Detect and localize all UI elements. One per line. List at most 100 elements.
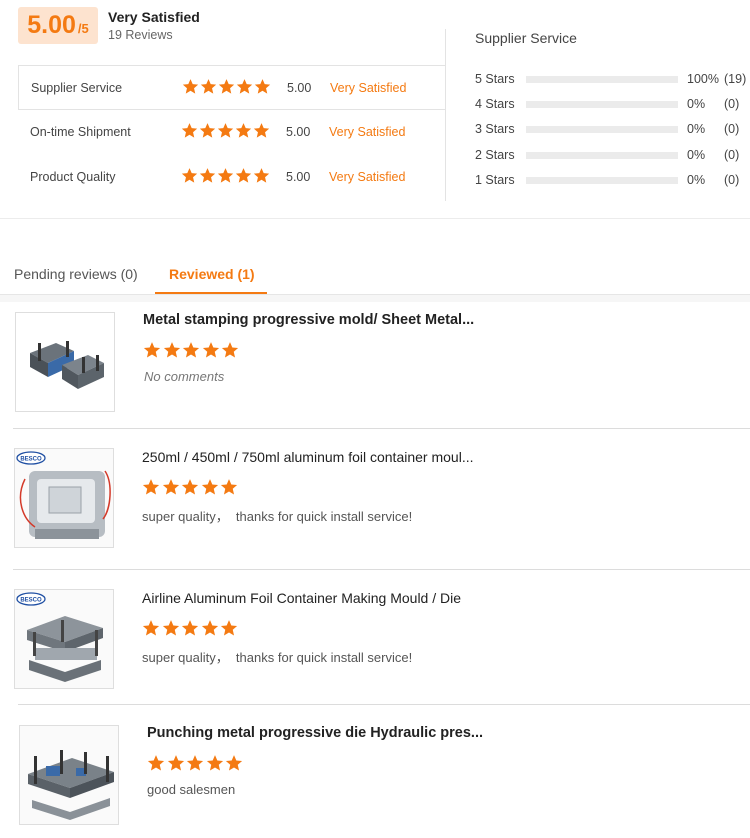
rating-row-on-time-shipment: On-time Shipment 5.00 Very Satisfied bbox=[18, 110, 446, 155]
review-comment: super quality， thanks for quick install … bbox=[142, 509, 413, 524]
overall-score: 5.00 bbox=[27, 11, 76, 39]
star-icon bbox=[206, 754, 224, 772]
star-icon bbox=[235, 122, 252, 139]
review-comment: super quality， thanks for quick install … bbox=[142, 650, 413, 665]
section-divider bbox=[0, 218, 750, 219]
distribution-label: 1 Stars bbox=[475, 173, 515, 187]
star-icon bbox=[181, 167, 198, 184]
besco-logo-text: BESCO bbox=[20, 597, 42, 603]
rating-label: Product Quality bbox=[30, 170, 116, 184]
review-product-title[interactable]: Punching metal progressive die Hydraulic… bbox=[147, 725, 483, 741]
star-icon bbox=[181, 619, 199, 637]
rating-satisfaction: Very Satisfied bbox=[329, 125, 406, 139]
overall-score-max: /5 bbox=[77, 21, 89, 36]
star-icon bbox=[201, 478, 219, 496]
star-icon bbox=[162, 619, 180, 637]
mold-product-image[interactable] bbox=[15, 312, 115, 412]
distribution-percent: 0% bbox=[687, 97, 706, 111]
review-stars bbox=[142, 619, 240, 637]
review-product-title[interactable]: Metal stamping progressive mold/ Sheet M… bbox=[143, 312, 474, 328]
star-icon bbox=[221, 341, 239, 359]
star-icon bbox=[181, 122, 198, 139]
distribution-count: (0) bbox=[724, 97, 740, 111]
distribution-percent: 0% bbox=[687, 173, 706, 187]
rating-label: Supplier Service bbox=[31, 81, 123, 95]
review-stars bbox=[147, 754, 245, 772]
rating-stars bbox=[181, 122, 271, 139]
star-icon bbox=[186, 754, 204, 772]
review-stars bbox=[143, 341, 241, 359]
star-icon bbox=[201, 619, 219, 637]
punching-die-image[interactable] bbox=[19, 725, 119, 825]
reviews-count: 19 Reviews bbox=[108, 28, 173, 42]
distribution-count: (0) bbox=[724, 122, 740, 136]
star-icon bbox=[182, 341, 200, 359]
rating-stars bbox=[181, 167, 271, 184]
rating-satisfaction: Very Satisfied bbox=[330, 81, 407, 95]
review-divider bbox=[13, 428, 750, 429]
distribution-row-5-stars: 5 Stars 100% (19) bbox=[475, 72, 750, 88]
star-icon bbox=[182, 78, 199, 95]
review-product-title[interactable]: 250ml / 450ml / 750ml aluminum foil cont… bbox=[142, 449, 473, 465]
star-icon bbox=[163, 341, 181, 359]
star-icon bbox=[142, 478, 160, 496]
review-divider bbox=[18, 704, 750, 705]
distribution-percent: 100% bbox=[687, 72, 719, 86]
distribution-label: 3 Stars bbox=[475, 122, 515, 136]
distribution-bar bbox=[526, 126, 678, 133]
star-icon bbox=[253, 167, 270, 184]
star-icon bbox=[162, 478, 180, 496]
review-stars bbox=[142, 478, 240, 496]
punching-die-image-icon bbox=[20, 726, 118, 824]
star-icon bbox=[143, 341, 161, 359]
distribution-count: (19) bbox=[724, 72, 747, 86]
overall-satisfaction-label: Very Satisfied bbox=[108, 9, 200, 25]
tab-reviewed[interactable]: Reviewed (1) bbox=[169, 266, 255, 282]
distribution-row-3-stars: 3 Stars 0% (0) bbox=[475, 122, 750, 138]
star-icon bbox=[200, 78, 217, 95]
distribution-title: Supplier Service bbox=[475, 30, 577, 46]
distribution-row-1-stars: 1 Stars 0% (0) bbox=[475, 173, 750, 189]
distribution-percent: 0% bbox=[687, 148, 706, 162]
rating-value: 5.00 bbox=[286, 170, 311, 184]
distribution-bar bbox=[526, 101, 678, 108]
tabs-shade bbox=[0, 295, 750, 302]
star-icon bbox=[147, 754, 165, 772]
rating-row-product-quality: Product Quality 5.00 Very Satisfied bbox=[18, 155, 446, 200]
rating-value: 5.00 bbox=[287, 81, 312, 95]
star-icon bbox=[225, 754, 243, 772]
star-icon bbox=[220, 619, 238, 637]
review-comment: No comments bbox=[144, 369, 225, 384]
star-icon bbox=[199, 122, 216, 139]
distribution-percent: 0% bbox=[687, 122, 706, 136]
overall-score-badge: 5.00 /5 bbox=[18, 7, 98, 44]
tab-pending-reviews[interactable]: Pending reviews (0) bbox=[14, 266, 138, 282]
star-icon bbox=[181, 478, 199, 496]
review-divider bbox=[13, 569, 750, 570]
distribution-count: (0) bbox=[724, 148, 740, 162]
star-icon bbox=[235, 167, 252, 184]
distribution-bar bbox=[526, 152, 678, 159]
star-icon bbox=[217, 167, 234, 184]
rating-stars bbox=[182, 78, 272, 95]
review-comment: good salesmen bbox=[147, 782, 236, 797]
besco-logo: BESCO bbox=[16, 451, 46, 465]
distribution-row-4-stars: 4 Stars 0% (0) bbox=[475, 97, 750, 113]
review-product-title[interactable]: Airline Aluminum Foil Container Making M… bbox=[142, 590, 461, 606]
rating-label: On-time Shipment bbox=[30, 125, 131, 139]
rating-value: 5.00 bbox=[286, 125, 311, 139]
distribution-label: 5 Stars bbox=[475, 72, 515, 86]
star-icon bbox=[236, 78, 253, 95]
distribution-bar bbox=[526, 177, 678, 184]
distribution-count: (0) bbox=[724, 173, 740, 187]
rating-satisfaction: Very Satisfied bbox=[329, 170, 406, 184]
star-icon bbox=[199, 167, 216, 184]
mold-product-image-icon bbox=[30, 341, 104, 389]
besco-logo-text: BESCO bbox=[20, 456, 42, 462]
star-icon bbox=[217, 122, 234, 139]
star-icon bbox=[167, 754, 185, 772]
star-icon bbox=[218, 78, 235, 95]
star-icon bbox=[142, 619, 160, 637]
rating-row-supplier-service: Supplier Service 5.00 Very Satisfied bbox=[18, 65, 446, 110]
distribution-bar bbox=[526, 76, 678, 83]
